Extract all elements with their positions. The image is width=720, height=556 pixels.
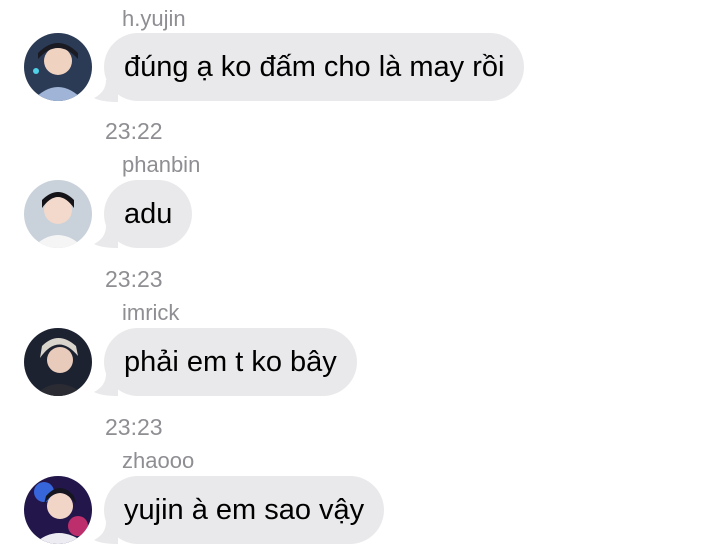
avatar-icon <box>24 476 92 544</box>
message-bubble[interactable]: adu <box>104 180 193 248</box>
sender-name: imrick <box>122 300 180 325</box>
avatar-icon <box>24 33 92 101</box>
avatar[interactable] <box>24 180 92 248</box>
timestamp: 23:23 <box>105 414 163 440</box>
message-bubble[interactable]: đúng ạ ko đấm cho là may rồi <box>104 33 525 101</box>
timestamp: 23:23 <box>105 266 163 292</box>
sender-name: h.yujin <box>122 6 186 31</box>
message-bubble[interactable]: yujin à em sao vậy <box>104 476 385 544</box>
avatar[interactable] <box>24 328 92 396</box>
avatar-icon <box>24 328 92 396</box>
sender-name: phanbin <box>122 152 201 177</box>
timestamp: 23:22 <box>105 118 163 144</box>
avatar[interactable] <box>24 33 92 101</box>
message-bubble[interactable]: phải em t ko bây <box>104 328 357 396</box>
avatar[interactable] <box>24 476 92 544</box>
sender-name: zhaooo <box>122 448 195 473</box>
avatar-icon <box>24 180 92 248</box>
